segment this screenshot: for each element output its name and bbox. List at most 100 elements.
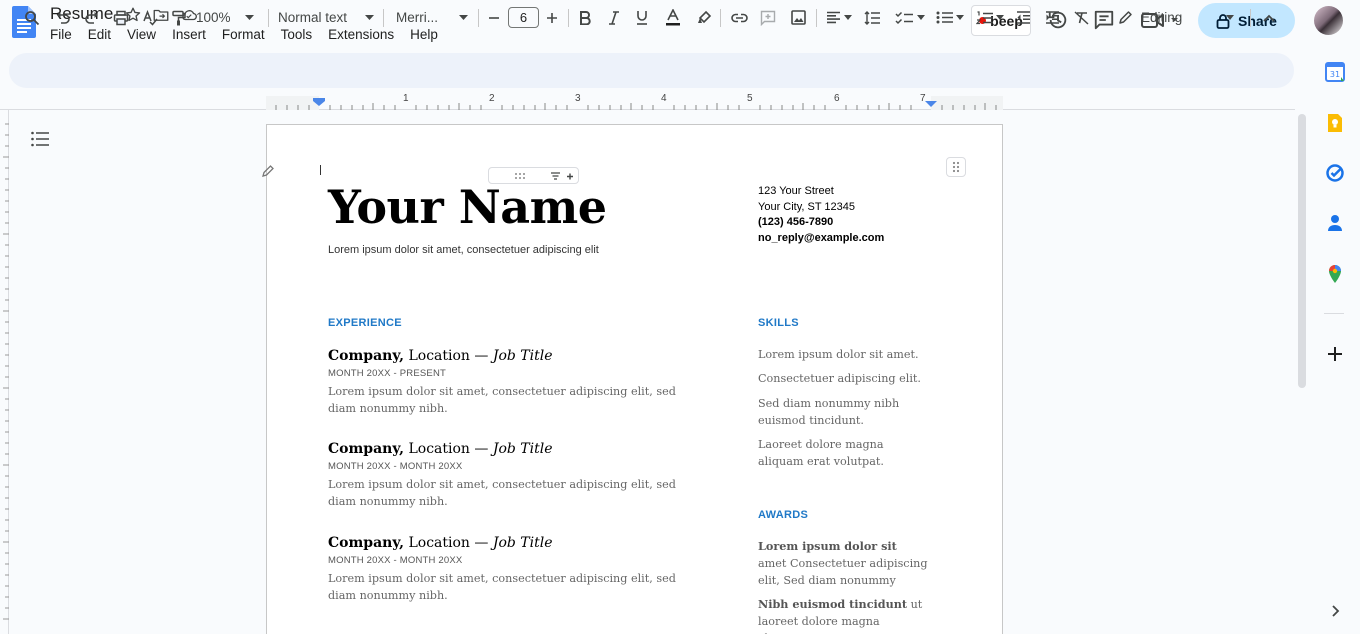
underline-button[interactable] [634,0,650,35]
chevron-down-icon [917,15,925,20]
align-button[interactable] [824,0,854,35]
tasks-icon[interactable] [1325,163,1345,183]
bulleted-list-icon [936,11,953,24]
image-icon [790,10,806,25]
editing-mode-select[interactable]: Editing [1118,0,1234,35]
chevron-down-icon [459,15,468,20]
print-button[interactable] [111,0,131,35]
edit-pencil-icon[interactable] [261,164,275,178]
job-heading: Company, Location — Job Title [328,535,708,551]
keep-icon[interactable] [1325,113,1345,133]
toolbar [9,53,1294,88]
get-addons-icon[interactable] [1325,344,1345,364]
contacts-icon[interactable] [1325,213,1345,233]
skill-item[interactable]: Sed diam nonummy nibh euismod tincidunt. [758,395,928,429]
document-outline-icon[interactable] [31,131,49,147]
line-spacing-button[interactable] [862,0,882,35]
clear-formatting-button[interactable] [1071,0,1091,35]
zoom-value: 100% [196,10,231,25]
drag-dots-icon [952,161,960,173]
job-entry[interactable]: Company, Location — Job Title MONTH 20XX… [328,348,708,417]
editing-mode-value: Editing [1141,10,1183,25]
insert-image-button[interactable] [788,0,808,35]
decrease-font-size-button[interactable] [487,0,501,35]
ruler-number: 6 [834,93,840,104]
ruler-number: 4 [661,93,667,104]
zoom-select[interactable]: 100% [196,0,260,35]
hide-menus-button[interactable] [1259,0,1279,35]
resume-tagline[interactable]: Lorem ipsum dolor sit amet, consectetuer… [328,244,599,256]
experience-heading[interactable]: EXPERIENCE [328,317,402,329]
italic-button[interactable] [606,0,622,35]
paint-format-button[interactable] [169,0,189,35]
paint-format-icon [172,10,186,25]
bold-icon [580,10,591,25]
resume-name[interactable]: Your Name [328,180,607,234]
job-company: Company, [328,348,405,364]
job-entry[interactable]: Company, Location — Job Title MONTH 20XX… [328,441,708,510]
highlight-color-button[interactable] [694,0,714,35]
checklist-button[interactable] [892,0,928,35]
svg-text:31: 31 [1330,70,1340,79]
comments-icon[interactable] [1093,9,1115,31]
side-panel [1310,50,1360,634]
align-left-icon [827,11,840,24]
phone: (123) 456-7890 [758,216,834,228]
checklist-icon [895,11,913,24]
avatar[interactable] [1314,6,1343,35]
insert-link-button[interactable] [729,0,749,35]
show-side-panel-icon[interactable] [1325,601,1345,621]
job-entry[interactable]: Company, Location — Job Title MONTH 20XX… [328,535,708,604]
calendar-icon[interactable]: 31 [1325,62,1345,82]
minus-icon [489,16,499,19]
increase-font-size-button[interactable] [545,0,559,35]
job-description: Lorem ipsum dolor sit amet, consectetuer… [328,385,676,415]
increase-indent-button[interactable] [1042,0,1062,35]
award-item[interactable]: Nibh euismod tincidunt ut laoreet dolore… [758,596,928,634]
maps-icon[interactable] [1325,264,1345,284]
font-value: Merri... [396,10,438,25]
insert-comment-button[interactable] [758,0,778,35]
style-select[interactable]: Normal text [278,0,374,35]
scrollbar-thumb[interactable] [1298,114,1306,388]
table-drag-handle[interactable] [946,157,966,177]
skill-item[interactable]: Consectetuer adipiscing elit. [758,370,928,387]
skills-heading[interactable]: SKILLS [758,317,799,329]
undo-button[interactable] [53,0,73,35]
spellcheck-button[interactable] [140,0,160,35]
horizontal-ruler[interactable]: 1 2 3 4 5 6 7 [0,92,1295,110]
link-icon [730,13,748,22]
italic-icon [609,10,619,25]
toolbar-divider [720,9,721,27]
bold-button[interactable] [577,0,593,35]
numbered-list-button[interactable] [972,0,1008,35]
add-comment-icon [760,10,776,26]
font-select[interactable]: Merri... [396,0,468,35]
toolbar-divider [816,9,817,27]
chevron-up-icon [1263,14,1275,22]
pencil-icon [1119,11,1132,24]
toolbar-divider [478,9,479,27]
bulleted-list-button[interactable] [932,0,968,35]
font-size-input[interactable]: 6 [508,7,539,28]
decrease-indent-button[interactable] [1013,0,1033,35]
job-location: Location — [404,441,493,457]
redo-button[interactable] [82,0,102,35]
job-heading: Company, Location — Job Title [328,441,708,457]
text-color-button[interactable] [663,0,683,35]
award-item[interactable]: Lorem ipsum dolor sit amet Consectetuer … [758,538,928,589]
job-dates: MONTH 20XX - MONTH 20XX [328,461,463,472]
skill-item[interactable]: Laoreet dolore magna aliquam erat volutp… [758,436,928,470]
chevron-down-icon [1226,15,1234,20]
spellcheck-icon [143,9,158,26]
awards-heading[interactable]: AWARDS [758,509,808,521]
address-line-2: Your City, ST 12345 [758,200,856,213]
vertical-ruler[interactable] [0,110,9,634]
contact-info[interactable]: 123 Your Street Your City, ST 12345 (123… [758,184,884,246]
toolbar-divider [1250,9,1251,27]
job-location: Location — [404,348,493,364]
line-spacing-icon [864,10,880,25]
job-title: Job Title [492,535,553,551]
search-menus-button[interactable] [22,0,42,35]
skill-item[interactable]: Lorem ipsum dolor sit amet. [758,346,928,363]
